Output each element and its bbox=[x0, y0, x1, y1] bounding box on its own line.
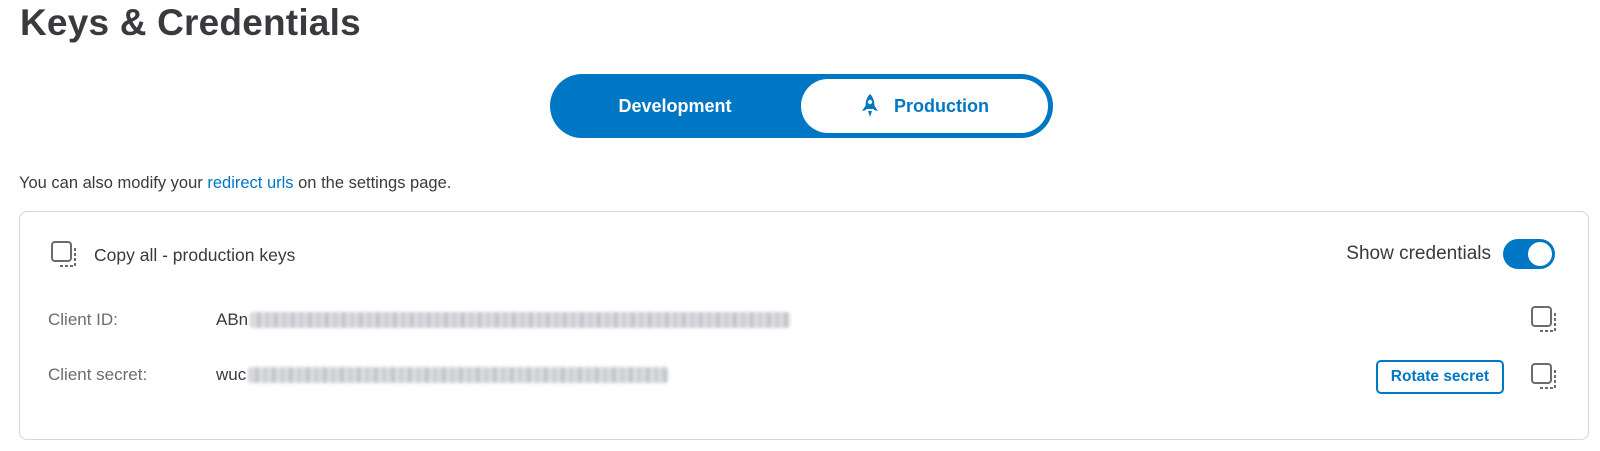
rotate-secret-button[interactable]: Rotate secret bbox=[1375, 360, 1504, 394]
client-id-visible: ABn bbox=[216, 310, 249, 329]
client-secret-visible: wuc bbox=[216, 365, 247, 384]
tab-production[interactable]: Production bbox=[801, 79, 1048, 133]
tab-development[interactable]: Development bbox=[550, 74, 800, 138]
show-credentials-control: Show credentials bbox=[1346, 239, 1555, 269]
copy-all-label: Copy all - production keys bbox=[94, 244, 296, 265]
client-id-value: ABn bbox=[216, 310, 791, 330]
rocket-icon bbox=[860, 93, 880, 119]
page-title: Keys & Credentials bbox=[20, 2, 361, 43]
copy-all-button[interactable]: Copy all - production keys bbox=[50, 240, 295, 270]
show-credentials-label: Show credentials bbox=[1346, 243, 1491, 264]
copy-client-id-icon[interactable] bbox=[1530, 305, 1560, 335]
toggle-knob bbox=[1528, 242, 1552, 266]
info-prefix: You can also modify your bbox=[19, 174, 208, 192]
client-id-label: Client ID: bbox=[48, 310, 118, 329]
client-secret-obscured bbox=[248, 367, 669, 383]
tab-production-label: Production bbox=[894, 95, 989, 116]
credentials-card: Copy all - production keys Show credenti… bbox=[19, 211, 1589, 440]
client-secret-row: Client secret: wuc Rotate secret bbox=[48, 355, 1560, 395]
client-id-row: Client ID: ABn bbox=[48, 300, 1560, 340]
client-id-actions bbox=[1530, 305, 1560, 335]
redirect-urls-link[interactable]: redirect urls bbox=[207, 174, 293, 192]
client-secret-value: wuc bbox=[216, 365, 669, 385]
tab-development-label: Development bbox=[618, 95, 732, 116]
copy-icon bbox=[50, 240, 80, 270]
client-secret-label: Client secret: bbox=[48, 365, 148, 384]
environment-toggle: Development Production bbox=[550, 74, 1053, 138]
copy-client-secret-icon[interactable] bbox=[1530, 362, 1560, 392]
info-suffix: on the settings page. bbox=[293, 174, 452, 192]
show-credentials-toggle[interactable] bbox=[1503, 239, 1555, 269]
client-id-obscured bbox=[250, 312, 791, 328]
client-secret-actions: Rotate secret bbox=[1375, 360, 1560, 394]
redirect-info-text: You can also modify your redirect urls o… bbox=[19, 174, 451, 193]
